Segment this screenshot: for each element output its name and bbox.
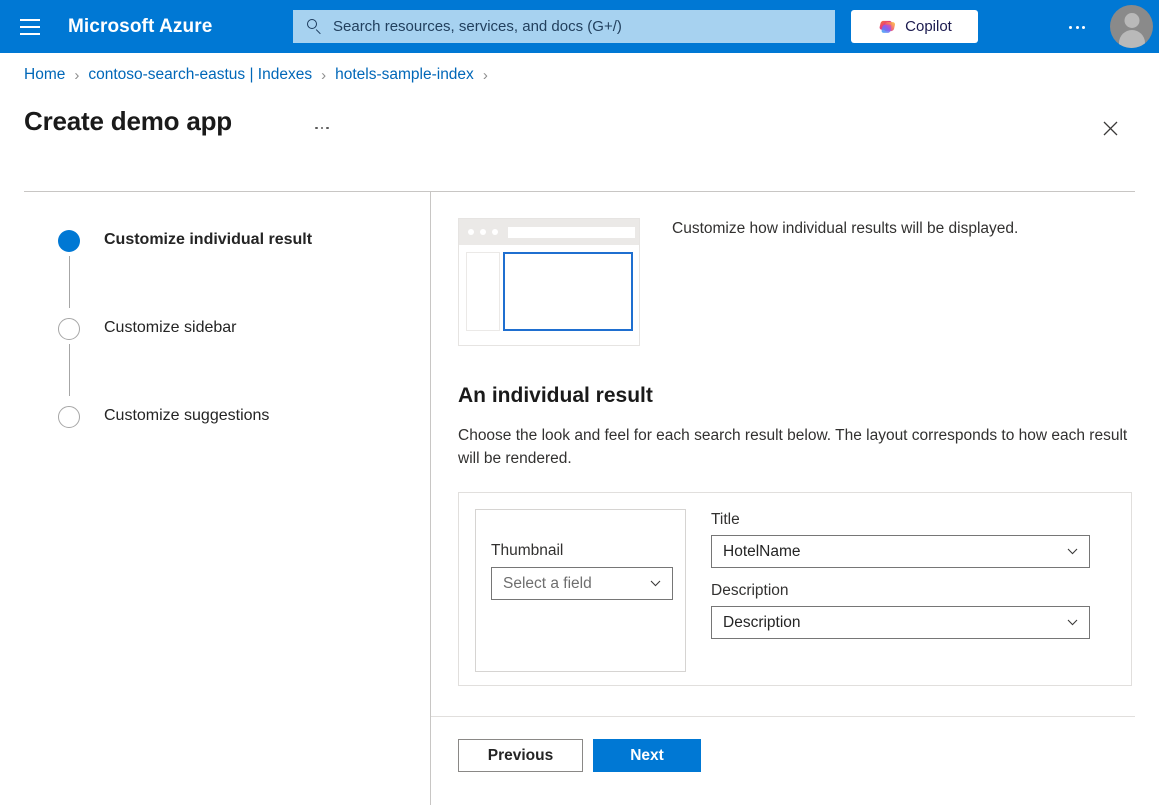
wizard-step-label: Customize individual result bbox=[104, 231, 312, 249]
wizard-step-customize-individual-result[interactable]: Customize individual result bbox=[58, 220, 388, 308]
description-field-label: Description bbox=[711, 582, 1111, 600]
copilot-button[interactable]: Copilot bbox=[851, 10, 978, 43]
thumbnail-field-label: Thumbnail bbox=[491, 542, 563, 560]
hamburger-bar bbox=[20, 19, 40, 21]
title-field-group: Title HotelName bbox=[711, 511, 1111, 568]
azure-top-navigation-bar: Microsoft Azure Search resources, servic… bbox=[0, 0, 1159, 53]
header-divider bbox=[24, 191, 1135, 192]
breadcrumb-item-service[interactable]: contoso-search-eastus | Indexes bbox=[88, 66, 312, 84]
preview-caption: Customize how individual results will be… bbox=[672, 218, 1018, 346]
search-icon bbox=[306, 18, 323, 35]
hamburger-bar bbox=[20, 33, 40, 35]
section-description: Choose the look and feel for each search… bbox=[458, 424, 1130, 470]
breadcrumb-separator-icon: › bbox=[483, 67, 488, 84]
previous-button[interactable]: Previous bbox=[458, 739, 583, 772]
wizard-step-customize-suggestions[interactable]: Customize suggestions bbox=[58, 396, 388, 426]
copilot-logo-icon bbox=[877, 17, 897, 37]
browser-url-bar bbox=[508, 227, 635, 238]
chevron-down-icon bbox=[1067, 619, 1078, 626]
panel-vertical-divider bbox=[430, 192, 431, 805]
description-select-value: Description bbox=[723, 614, 801, 632]
result-fields-column: Title HotelName Description Description bbox=[711, 511, 1111, 639]
description-field-group: Description Description bbox=[711, 582, 1111, 639]
thumbnail-preview-box: Thumbnail Select a field bbox=[475, 509, 686, 672]
section-title: An individual result bbox=[458, 384, 653, 408]
preview-row: Customize how individual results will be… bbox=[458, 218, 1018, 346]
breadcrumb: Home › contoso-search-eastus | Indexes ›… bbox=[24, 66, 497, 84]
thumbnail-field-select[interactable]: Select a field bbox=[491, 567, 673, 600]
wizard-step-customize-sidebar[interactable]: Customize sidebar bbox=[58, 308, 388, 396]
breadcrumb-item-index[interactable]: hotels-sample-index bbox=[335, 66, 474, 84]
preview-result-region-highlight bbox=[503, 252, 633, 331]
azure-brand-label[interactable]: Microsoft Azure bbox=[68, 16, 212, 38]
step-connector-line bbox=[69, 256, 71, 308]
hamburger-menu-icon[interactable] bbox=[10, 7, 50, 47]
close-icon-glyph bbox=[1103, 121, 1118, 136]
page-title: Create demo app bbox=[24, 106, 232, 137]
breadcrumb-separator-icon: › bbox=[74, 67, 79, 84]
thumbnail-select-value: Select a field bbox=[503, 575, 592, 593]
breadcrumb-separator-icon: › bbox=[321, 67, 326, 84]
wizard-step-label: Customize suggestions bbox=[104, 407, 269, 425]
title-select-value: HotelName bbox=[723, 543, 801, 561]
step-indicator-icon bbox=[58, 406, 80, 428]
copilot-button-label: Copilot bbox=[905, 18, 952, 35]
wizard-step-list: Customize individual result Customize si… bbox=[58, 220, 388, 426]
chevron-down-icon bbox=[1067, 548, 1078, 555]
title-field-select[interactable]: HotelName bbox=[711, 535, 1090, 568]
next-button[interactable]: Next bbox=[593, 739, 701, 772]
page-more-actions-icon[interactable] bbox=[310, 118, 334, 138]
browser-chrome-bar bbox=[459, 219, 639, 245]
search-placeholder-text: Search resources, services, and docs (G+… bbox=[333, 18, 622, 35]
title-field-label: Title bbox=[711, 511, 1111, 529]
individual-result-form-card: Thumbnail Select a field Title HotelName bbox=[458, 492, 1132, 686]
preview-sidebar-region bbox=[466, 252, 500, 331]
account-avatar-icon[interactable] bbox=[1110, 5, 1153, 48]
footer-divider bbox=[431, 716, 1135, 717]
breadcrumb-item-home[interactable]: Home bbox=[24, 66, 65, 84]
browser-layout-preview-image bbox=[458, 218, 640, 346]
close-icon[interactable] bbox=[1094, 112, 1126, 144]
wizard-footer-actions: Previous Next bbox=[458, 739, 701, 772]
hamburger-bar bbox=[20, 26, 40, 28]
wizard-step-label: Customize sidebar bbox=[104, 319, 237, 337]
step-indicator-icon bbox=[58, 230, 80, 252]
step-indicator-icon bbox=[58, 318, 80, 340]
description-field-select[interactable]: Description bbox=[711, 606, 1090, 639]
chevron-down-icon bbox=[650, 580, 661, 587]
top-bar-more-icon[interactable] bbox=[1060, 12, 1094, 42]
step-connector-line bbox=[69, 344, 71, 396]
global-search-input[interactable]: Search resources, services, and docs (G+… bbox=[293, 10, 835, 43]
